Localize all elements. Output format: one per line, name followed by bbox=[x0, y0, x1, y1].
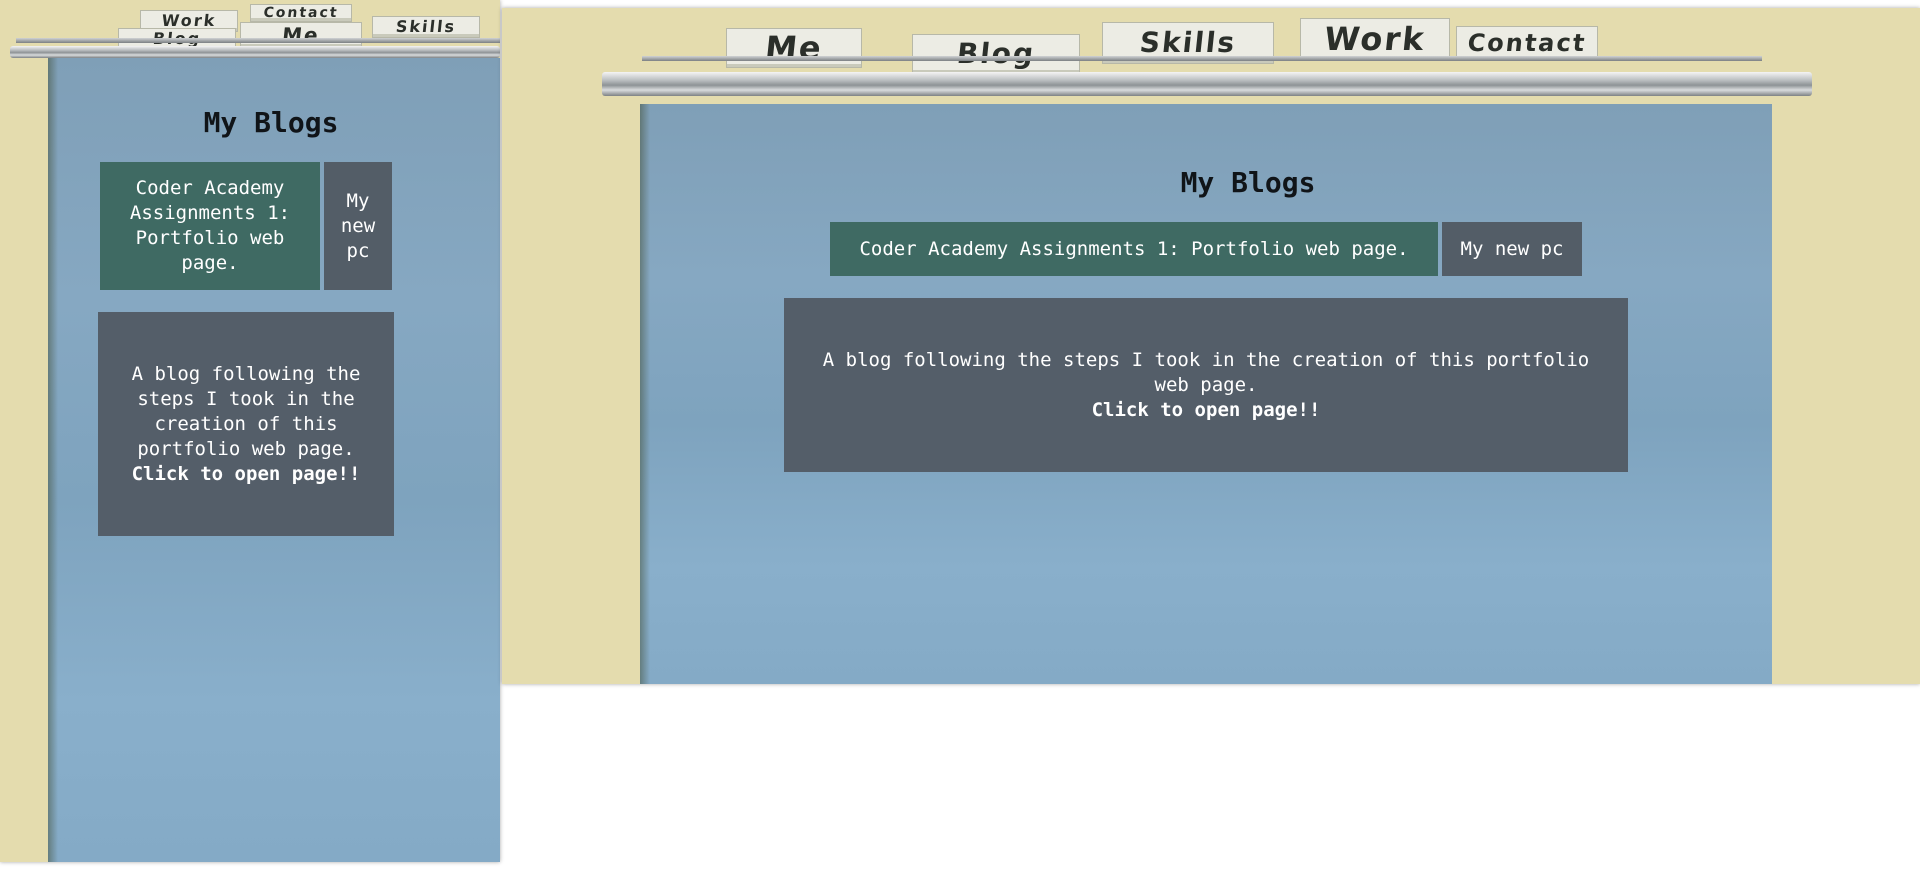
blog-tab-new-pc[interactable]: My new pc bbox=[324, 162, 392, 290]
blog-description: A blog following the steps I took in the… bbox=[131, 362, 361, 460]
blog-description-desktop: A blog following the steps I took in the… bbox=[822, 348, 1590, 396]
mobile-preview: Work Contact Skills Blog Me My Blogs Cod… bbox=[0, 0, 500, 862]
blog-tab-coder-academy[interactable]: Coder Academy Assignments 1: Portfolio w… bbox=[100, 162, 320, 290]
blog-panel-desktop[interactable]: A blog following the steps I took in the… bbox=[784, 298, 1628, 472]
blog-tab-coder-academy-desktop[interactable]: Coder Academy Assignments 1: Portfolio w… bbox=[830, 222, 1438, 276]
nav-tab-contact[interactable]: Contact bbox=[250, 4, 352, 22]
nav-tab-work-desktop[interactable]: Work bbox=[1300, 18, 1450, 60]
page-title-desktop: My Blogs bbox=[1180, 166, 1316, 199]
blog-panel[interactable]: A blog following the steps I took in the… bbox=[98, 312, 394, 536]
open-page-link[interactable]: Click to open page!! bbox=[132, 462, 361, 487]
blog-tab-new-pc-desktop[interactable]: My new pc bbox=[1442, 222, 1582, 276]
nav-tab-blog-desktop[interactable]: Blog bbox=[912, 34, 1080, 74]
desktop-preview: Me Blog Skills Work Contact My Blogs Cod… bbox=[502, 8, 1920, 684]
nav-tab-skills[interactable]: Skills bbox=[372, 16, 480, 38]
nav-tab-contact-desktop[interactable]: Contact bbox=[1456, 26, 1598, 60]
open-page-link-desktop[interactable]: Click to open page!! bbox=[1092, 398, 1321, 423]
folder-rail bbox=[10, 46, 500, 58]
page-title: My Blogs bbox=[203, 106, 339, 139]
nav-tab-me[interactable]: Me bbox=[240, 22, 362, 48]
nav-tab-me-desktop[interactable]: Me bbox=[726, 28, 862, 68]
folder-rail-desktop bbox=[602, 72, 1812, 96]
